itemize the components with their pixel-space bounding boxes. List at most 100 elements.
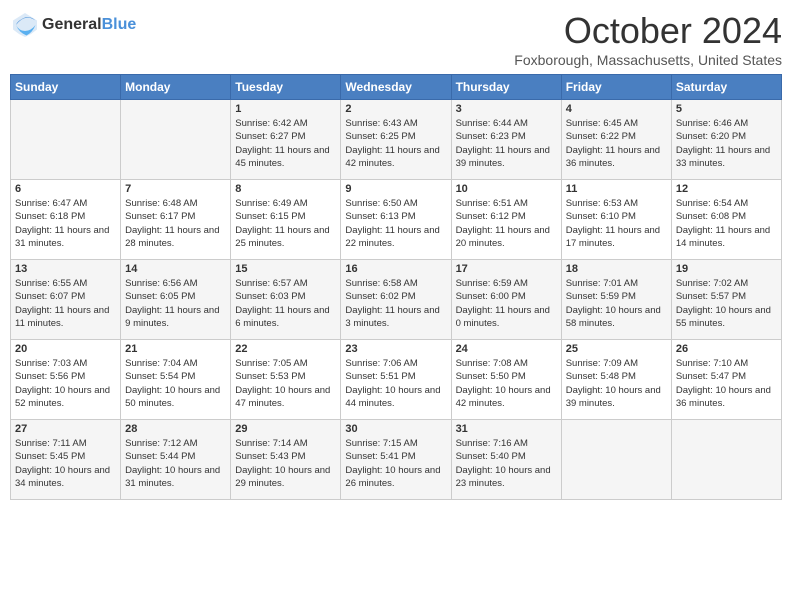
calendar-cell: 13Sunrise: 6:55 AM Sunset: 6:07 PM Dayli… xyxy=(11,260,121,340)
calendar-cell: 16 Sunrise: 6:58 AM Sunset: 6:02 PM Dayli… xyxy=(341,260,451,340)
weekday-header-sunday: Sunday xyxy=(11,75,121,100)
weekday-header-monday: Monday xyxy=(121,75,231,100)
day-info: Sunrise: 7:12 AM Sunset: 5:44 PM Dayligh… xyxy=(125,437,226,490)
day-number: 20 xyxy=(15,343,116,355)
weekday-header-tuesday: Tuesday xyxy=(231,75,341,100)
week-row-2: 6 Sunrise: 6:47 AM Sunset: 6:18 PM Daylig… xyxy=(11,180,782,260)
calendar-cell: 10Sunrise: 6:51 AM Sunset: 6:12 PM Dayli… xyxy=(451,180,561,260)
day-info: Sunrise: 7:04 AM Sunset: 5:54 PM Dayligh… xyxy=(125,357,226,410)
day-info: Sunrise: 6:44 AM Sunset: 6:23 PM Dayligh… xyxy=(456,117,557,170)
day-number: 29 xyxy=(235,423,336,435)
day-info: Sunrise: 6:56 AM Sunset: 6:05 PM Dayligh… xyxy=(125,277,226,330)
logo-text: GeneralBlue xyxy=(42,16,136,34)
calendar-cell xyxy=(11,100,121,180)
calendar-cell: 21 Sunrise: 7:04 AM Sunset: 5:54 PM Dayli… xyxy=(121,340,231,420)
weekday-header-thursday: Thursday xyxy=(451,75,561,100)
day-info: Sunrise: 7:02 AM Sunset: 5:57 PM Dayligh… xyxy=(676,277,777,330)
calendar-table: SundayMondayTuesdayWednesdayThursdayFrid… xyxy=(10,74,782,500)
calendar-cell: 6 Sunrise: 6:47 AM Sunset: 6:18 PM Daylig… xyxy=(11,180,121,260)
calendar-cell: 30Sunrise: 7:15 AM Sunset: 5:41 PM Dayli… xyxy=(341,420,451,500)
day-info: Sunrise: 7:11 AM Sunset: 5:45 PM Dayligh… xyxy=(15,437,116,490)
day-info: Sunrise: 6:46 AM Sunset: 6:20 PM Dayligh… xyxy=(676,117,777,170)
day-info: Sunrise: 7:05 AM Sunset: 5:53 PM Dayligh… xyxy=(235,357,336,410)
day-number: 12 xyxy=(676,183,777,195)
day-number: 2 xyxy=(345,103,446,115)
day-info: Sunrise: 6:58 AM Sunset: 6:02 PM Dayligh… xyxy=(345,277,446,330)
calendar-cell: 5 Sunrise: 6:46 AM Sunset: 6:20 PM Daylig… xyxy=(671,100,781,180)
calendar-cell xyxy=(561,420,671,500)
day-info: Sunrise: 6:48 AM Sunset: 6:17 PM Dayligh… xyxy=(125,197,226,250)
calendar-cell: 3 Sunrise: 6:44 AM Sunset: 6:23 PM Daylig… xyxy=(451,100,561,180)
logo: GeneralBlue xyxy=(10,10,136,40)
day-info: Sunrise: 7:03 AM Sunset: 5:56 PM Dayligh… xyxy=(15,357,116,410)
day-number: 16 xyxy=(345,263,446,275)
day-info: Sunrise: 6:50 AM Sunset: 6:13 PM Dayligh… xyxy=(345,197,446,250)
calendar-cell: 9 Sunrise: 6:50 AM Sunset: 6:13 PM Daylig… xyxy=(341,180,451,260)
day-info: Sunrise: 7:09 AM Sunset: 5:48 PM Dayligh… xyxy=(566,357,667,410)
day-info: Sunrise: 6:55 AM Sunset: 6:07 PM Dayligh… xyxy=(15,277,116,330)
day-number: 23 xyxy=(345,343,446,355)
day-info: Sunrise: 6:49 AM Sunset: 6:15 PM Dayligh… xyxy=(235,197,336,250)
day-number: 18 xyxy=(566,263,667,275)
weekday-header-friday: Friday xyxy=(561,75,671,100)
calendar-cell: 23 Sunrise: 7:06 AM Sunset: 5:51 PM Dayli… xyxy=(341,340,451,420)
day-number: 26 xyxy=(676,343,777,355)
weekday-header-saturday: Saturday xyxy=(671,75,781,100)
title-block: October 2024 Foxborough, Massachusetts, … xyxy=(514,10,782,68)
calendar-cell xyxy=(671,420,781,500)
day-info: Sunrise: 7:10 AM Sunset: 5:47 PM Dayligh… xyxy=(676,357,777,410)
calendar-cell: 4Sunrise: 6:45 AM Sunset: 6:22 PM Daylig… xyxy=(561,100,671,180)
calendar-cell: 28Sunrise: 7:12 AM Sunset: 5:44 PM Dayli… xyxy=(121,420,231,500)
day-info: Sunrise: 6:57 AM Sunset: 6:03 PM Dayligh… xyxy=(235,277,336,330)
day-number: 6 xyxy=(15,183,116,195)
week-row-4: 20 Sunrise: 7:03 AM Sunset: 5:56 PM Dayli… xyxy=(11,340,782,420)
weekday-header-row: SundayMondayTuesdayWednesdayThursdayFrid… xyxy=(11,75,782,100)
calendar-cell: 7Sunrise: 6:48 AM Sunset: 6:17 PM Daylig… xyxy=(121,180,231,260)
day-number: 10 xyxy=(456,183,557,195)
day-info: Sunrise: 7:06 AM Sunset: 5:51 PM Dayligh… xyxy=(345,357,446,410)
day-number: 1 xyxy=(235,103,336,115)
main-container: GeneralBlue October 2024 Foxborough, Mas… xyxy=(0,0,792,510)
day-info: Sunrise: 6:47 AM Sunset: 6:18 PM Dayligh… xyxy=(15,197,116,250)
calendar-cell: 17Sunrise: 6:59 AM Sunset: 6:00 PM Dayli… xyxy=(451,260,561,340)
day-number: 14 xyxy=(125,263,226,275)
weekday-header-wednesday: Wednesday xyxy=(341,75,451,100)
calendar-cell: 20 Sunrise: 7:03 AM Sunset: 5:56 PM Dayli… xyxy=(11,340,121,420)
day-info: Sunrise: 6:54 AM Sunset: 6:08 PM Dayligh… xyxy=(676,197,777,250)
day-number: 8 xyxy=(235,183,336,195)
day-number: 3 xyxy=(456,103,557,115)
day-number: 11 xyxy=(566,183,667,195)
calendar-cell: 29 Sunrise: 7:14 AM Sunset: 5:43 PM Dayli… xyxy=(231,420,341,500)
calendar-cell: 26 Sunrise: 7:10 AM Sunset: 5:47 PM Dayli… xyxy=(671,340,781,420)
day-number: 19 xyxy=(676,263,777,275)
day-number: 30 xyxy=(345,423,446,435)
week-row-1: 1 Sunrise: 6:42 AM Sunset: 6:27 PM Daylig… xyxy=(11,100,782,180)
header: GeneralBlue October 2024 Foxborough, Mas… xyxy=(10,10,782,68)
day-number: 5 xyxy=(676,103,777,115)
day-number: 17 xyxy=(456,263,557,275)
day-number: 15 xyxy=(235,263,336,275)
calendar-cell: 22 Sunrise: 7:05 AM Sunset: 5:53 PM Dayli… xyxy=(231,340,341,420)
month-title: October 2024 xyxy=(514,10,782,52)
day-info: Sunrise: 6:53 AM Sunset: 6:10 PM Dayligh… xyxy=(566,197,667,250)
day-number: 9 xyxy=(345,183,446,195)
day-number: 21 xyxy=(125,343,226,355)
day-number: 24 xyxy=(456,343,557,355)
week-row-3: 13Sunrise: 6:55 AM Sunset: 6:07 PM Dayli… xyxy=(11,260,782,340)
day-number: 4 xyxy=(566,103,667,115)
calendar-cell: 8 Sunrise: 6:49 AM Sunset: 6:15 PM Daylig… xyxy=(231,180,341,260)
calendar-cell: 14 Sunrise: 6:56 AM Sunset: 6:05 PM Dayli… xyxy=(121,260,231,340)
calendar-cell: 2 Sunrise: 6:43 AM Sunset: 6:25 PM Daylig… xyxy=(341,100,451,180)
calendar-cell: 27Sunrise: 7:11 AM Sunset: 5:45 PM Dayli… xyxy=(11,420,121,500)
day-info: Sunrise: 6:42 AM Sunset: 6:27 PM Dayligh… xyxy=(235,117,336,170)
day-info: Sunrise: 7:08 AM Sunset: 5:50 PM Dayligh… xyxy=(456,357,557,410)
day-info: Sunrise: 7:01 AM Sunset: 5:59 PM Dayligh… xyxy=(566,277,667,330)
calendar-cell: 25Sunrise: 7:09 AM Sunset: 5:48 PM Dayli… xyxy=(561,340,671,420)
logo-icon xyxy=(10,10,40,40)
day-info: Sunrise: 7:14 AM Sunset: 5:43 PM Dayligh… xyxy=(235,437,336,490)
day-info: Sunrise: 6:43 AM Sunset: 6:25 PM Dayligh… xyxy=(345,117,446,170)
day-number: 31 xyxy=(456,423,557,435)
day-number: 22 xyxy=(235,343,336,355)
calendar-cell: 1 Sunrise: 6:42 AM Sunset: 6:27 PM Daylig… xyxy=(231,100,341,180)
calendar-cell: 24 Sunrise: 7:08 AM Sunset: 5:50 PM Dayli… xyxy=(451,340,561,420)
